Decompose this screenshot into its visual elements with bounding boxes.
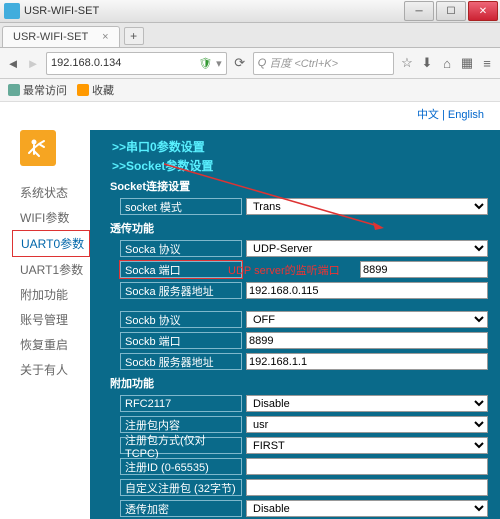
sidebar-item-uart0-params[interactable]: UART0参数: [12, 230, 90, 257]
row-reg-custom: 自定义注册包 (32字节): [120, 478, 488, 497]
row-reg-method: 注册包方式(仅对TCPC) FIRST: [120, 436, 488, 455]
section-socket-conn: Socket连接设置: [110, 178, 488, 194]
label-reg-content: 注册包内容: [120, 416, 242, 433]
shield-icon: 🛡: [198, 57, 212, 70]
select-sockb-proto[interactable]: OFF: [246, 311, 488, 328]
sidebar-item-restore[interactable]: 恢复重启: [12, 332, 90, 357]
input-sockb-port[interactable]: [246, 332, 488, 349]
label-sockb-proto: Sockb 协议: [120, 311, 242, 328]
select-socka-proto[interactable]: UDP-Server: [246, 240, 488, 257]
sidebar-item-extra[interactable]: 附加功能: [12, 282, 90, 307]
row-socka-port: Socka 端口 UDP server的监听端口: [120, 260, 488, 279]
bookmarks-bar: 最常访问 收藏: [0, 79, 500, 102]
reload-icon[interactable]: ⟳: [233, 56, 247, 70]
bookmark-favorites[interactable]: 收藏: [77, 82, 114, 98]
menu-icon[interactable]: ≡: [480, 56, 494, 70]
app-icon: [4, 3, 20, 19]
lang-zh[interactable]: 中文: [417, 109, 439, 121]
downloads-icon[interactable]: ⬇: [420, 56, 434, 70]
bookmark-star-icon[interactable]: ☆: [400, 56, 414, 70]
input-reg-id[interactable]: [246, 458, 488, 475]
label-socka-port: Socka 端口: [120, 261, 242, 278]
sidebar-item-system-status[interactable]: 系统状态: [12, 180, 90, 205]
header-socket: >>Socket参数设置: [112, 157, 488, 174]
select-rfc2117[interactable]: Disable: [246, 395, 488, 412]
label-sockb-port: Sockb 端口: [120, 332, 242, 349]
sidebar-item-uart1-params[interactable]: UART1参数: [12, 257, 90, 282]
nav-back-icon[interactable]: ◄: [6, 56, 20, 70]
sidebar-item-wifi-params[interactable]: WIFI参数: [12, 205, 90, 230]
input-socka-port[interactable]: [360, 261, 488, 278]
label-socka-proto: Socka 协议: [120, 240, 242, 257]
home-icon[interactable]: ⌂: [440, 56, 454, 70]
row-reg-id: 注册ID (0-65535): [120, 457, 488, 476]
address-bar[interactable]: 192.168.0.134 🛡 ▾: [46, 52, 227, 75]
select-reg-content[interactable]: usr: [246, 416, 488, 433]
select-reg-method[interactable]: FIRST: [246, 437, 488, 454]
browser-tabbar: USR-WIFI-SET × +: [0, 23, 500, 48]
bookmark-icon: [8, 84, 20, 96]
row-encrypt: 透传加密 Disable: [120, 499, 488, 518]
label-encrypt: 透传加密: [120, 500, 242, 517]
chevron-down-icon[interactable]: ▾: [216, 57, 222, 70]
tab-label: USR-WIFI-SET: [13, 31, 88, 43]
browser-navbar: ◄ ► 192.168.0.134 🛡 ▾ ⟳ Q百度 <Ctrl+K> ☆ ⬇ ⌂…: [0, 48, 500, 79]
window-titlebar: USR-WIFI-SET ─ ☐ ✕: [0, 0, 500, 23]
label-reg-id: 注册ID (0-65535): [120, 458, 242, 475]
row-rfc2117: RFC2117 Disable: [120, 394, 488, 413]
search-icon: Q: [258, 57, 267, 69]
browser-tab[interactable]: USR-WIFI-SET ×: [2, 26, 120, 47]
url-text: 192.168.0.134: [51, 57, 121, 69]
config-panel: >>串口0参数设置 >>Socket参数设置 Socket连接设置 socket…: [90, 130, 500, 519]
section-trans: 透传功能: [110, 220, 488, 236]
label-socket-mode: socket 模式: [120, 198, 242, 215]
row-sockb-port: Sockb 端口: [120, 331, 488, 350]
input-sockb-addr[interactable]: [246, 353, 488, 370]
brand-logo: [20, 130, 56, 166]
language-switcher: 中文 | English: [417, 106, 484, 122]
bookmark-most-visited[interactable]: 最常访问: [8, 82, 67, 98]
nav-forward-icon[interactable]: ►: [26, 56, 40, 70]
window-close-button[interactable]: ✕: [468, 1, 498, 21]
select-encrypt[interactable]: Disable: [246, 500, 488, 517]
row-socka-addr: Socka 服务器地址: [120, 281, 488, 300]
row-socket-mode: socket 模式 Trans: [120, 197, 488, 216]
lang-en[interactable]: English: [448, 109, 484, 121]
label-reg-method: 注册包方式(仅对TCPC): [120, 437, 242, 454]
row-sockb-proto: Sockb 协议 OFF: [120, 310, 488, 329]
window-title: USR-WIFI-SET: [24, 5, 404, 17]
input-socka-addr[interactable]: [246, 282, 488, 299]
callout-text: UDP server的监听端口: [228, 262, 340, 278]
sidebar: 系统状态 WIFI参数 UART0参数 UART1参数 附加功能 账号管理 恢复…: [12, 130, 90, 519]
search-placeholder: 百度 <Ctrl+K>: [269, 55, 338, 71]
window-minimize-button[interactable]: ─: [404, 1, 434, 21]
label-sockb-addr: Sockb 服务器地址: [120, 353, 242, 370]
sidebar-menu: 系统状态 WIFI参数 UART0参数 UART1参数 附加功能 账号管理 恢复…: [12, 180, 90, 382]
tab-close-icon[interactable]: ×: [102, 31, 108, 43]
label-rfc2117: RFC2117: [120, 395, 242, 412]
search-box[interactable]: Q百度 <Ctrl+K>: [253, 52, 394, 75]
sidebar-item-about[interactable]: 关于有人: [12, 357, 90, 382]
section-extra: 附加功能: [110, 375, 488, 391]
select-socket-mode[interactable]: Trans: [246, 198, 488, 215]
sidebar-item-account[interactable]: 账号管理: [12, 307, 90, 332]
new-tab-button[interactable]: +: [124, 27, 144, 45]
label-reg-custom: 自定义注册包 (32字节): [120, 479, 242, 496]
bookmark-icon: [77, 84, 89, 96]
header-uart0: >>串口0参数设置: [112, 138, 488, 155]
window-maximize-button[interactable]: ☐: [436, 1, 466, 21]
row-sockb-addr: Sockb 服务器地址: [120, 352, 488, 371]
input-reg-custom[interactable]: [246, 479, 488, 496]
label-socka-addr: Socka 服务器地址: [120, 282, 242, 299]
row-socka-proto: Socka 协议 UDP-Server: [120, 239, 488, 258]
page-content: 中文 | English 系统状态 WIFI参数 UART0参数 UART1参数…: [0, 102, 500, 519]
tile-icon[interactable]: ▦: [460, 56, 474, 70]
